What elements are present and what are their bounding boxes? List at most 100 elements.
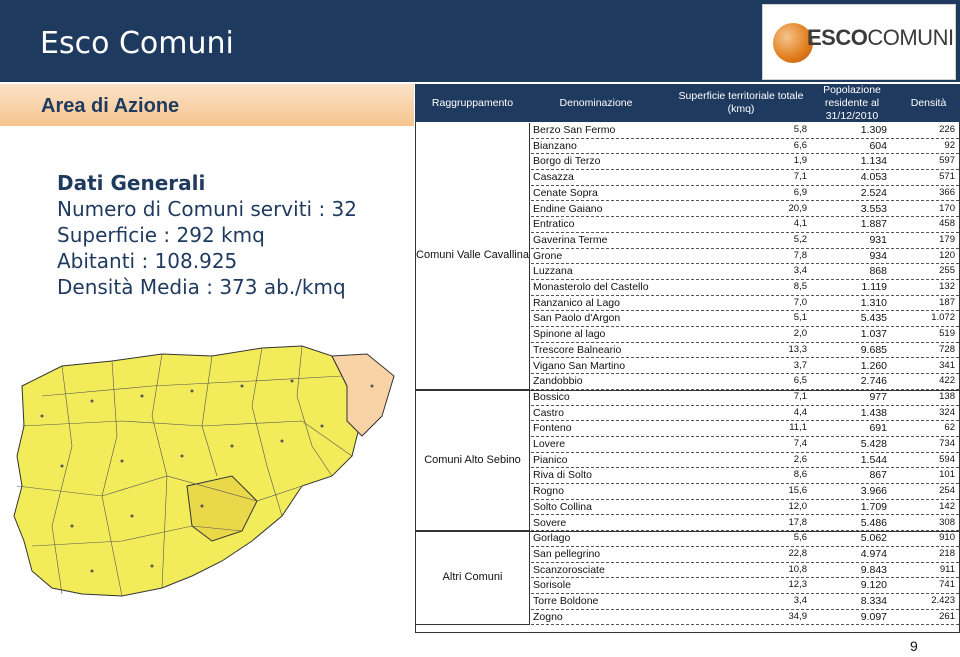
- cell-densita: 255: [939, 265, 955, 277]
- table-row: Ranzanico al Lago 7,0 1.310 187: [531, 296, 959, 312]
- cell-popolazione: 1.709: [860, 500, 887, 513]
- cell-popolazione: 8.334: [860, 595, 887, 607]
- cell-densita: 120: [939, 249, 955, 261]
- cell-popolazione: 3.966: [860, 485, 887, 498]
- cell-popolazione: 5.435: [860, 312, 887, 325]
- cell-popolazione: 868: [869, 265, 887, 278]
- cell-superficie: 3,4: [793, 265, 807, 277]
- cell-densita: 366: [939, 186, 955, 198]
- cell-popolazione: 1.037: [860, 328, 887, 341]
- cell-superficie: 12,3: [788, 579, 808, 591]
- cell-popolazione: 9.120: [860, 579, 887, 592]
- cell-superficie: 6,5: [793, 375, 807, 387]
- cell-denominazione: Rogno: [533, 485, 564, 498]
- table-row: Casazza 7,1 4.053 571: [531, 170, 959, 186]
- cell-denominazione: Gorlago: [533, 532, 571, 545]
- logo-wordmark: ESCOCOMUNI: [807, 25, 954, 50]
- cell-densita: 254: [939, 485, 955, 497]
- cell-popolazione: 9.685: [860, 343, 887, 356]
- cell-popolazione: 2.746: [860, 375, 887, 388]
- area-title: Area di Azione: [41, 95, 180, 117]
- group-divider: [415, 389, 960, 391]
- table-row: Sovere 17,8 5.486 308: [531, 516, 959, 532]
- cell-denominazione: Scanzorosciate: [533, 563, 605, 576]
- cell-densita: 910: [939, 532, 955, 544]
- cell-denominazione: Lovere: [533, 438, 566, 450]
- cell-superficie: 7,8: [793, 249, 807, 261]
- cell-popolazione: 1.438: [860, 406, 887, 419]
- cell-densita: 571: [939, 171, 955, 183]
- cell-popolazione: 691: [869, 422, 887, 435]
- cell-denominazione: Spinone al lago: [533, 328, 606, 341]
- page-title: Esco Comuni: [40, 26, 234, 61]
- cell-denominazione: Berzo San Fermo: [533, 124, 616, 136]
- cell-denominazione: Monasterolo del Castello: [533, 281, 649, 293]
- table-row: Scanzorosciate 10,8 9.843 911: [531, 563, 959, 579]
- cell-superficie: 6,6: [793, 139, 807, 151]
- cell-denominazione: Endine Gaiano: [533, 202, 603, 215]
- table-row: Zandobbio 6,5 2.746 422: [531, 374, 959, 390]
- cell-superficie: 7,1: [793, 171, 807, 183]
- cell-densita: 911: [939, 563, 955, 575]
- table-row: Lovere 7,4 5.428 734: [531, 437, 959, 453]
- table-row: Trescore Balneario 13,3 9.685 728: [531, 343, 959, 359]
- table-row: Pianico 2,6 1.544 594: [531, 453, 959, 469]
- table-row: Sorisole 12,3 9.120 741: [531, 578, 959, 594]
- table-row: Zogno 34,9 9.097 261: [531, 610, 959, 626]
- cell-superficie: 6,9: [793, 186, 807, 198]
- table-row: Spinone al lago 2,0 1.037 519: [531, 327, 959, 343]
- cell-densita: 1.072: [931, 312, 955, 324]
- table-row: Bossico 7,1 977 138: [531, 390, 959, 406]
- cell-densita: 324: [939, 406, 955, 418]
- slide: { "header": { "title": "Esco Comuni" }, …: [0, 0, 960, 657]
- cell-densita: 132: [939, 281, 955, 292]
- cell-popolazione: 1.309: [860, 124, 887, 136]
- cell-densita: 218: [939, 547, 955, 559]
- cell-superficie: 22,8: [788, 547, 808, 559]
- cell-popolazione: 604: [869, 139, 887, 152]
- table-row: Borgo di Terzo 1,9 1.134 597: [531, 154, 959, 171]
- cell-denominazione: San Paolo d'Argon: [533, 312, 621, 325]
- table-row: Riva di Solto 8,6 867 101: [531, 468, 959, 485]
- cell-denominazione: Borgo di Terzo: [533, 155, 601, 168]
- cell-densita: 728: [939, 343, 955, 355]
- cell-densita: 422: [939, 375, 955, 387]
- table-row: Grone 7,8 934 120: [531, 249, 959, 265]
- cell-popolazione: 934: [869, 249, 887, 262]
- table-row: Gaverina Terme 5,2 931 179: [531, 233, 959, 249]
- cell-denominazione: Pianico: [533, 453, 568, 466]
- dati-generali: Dati Generali Numero di Comuni serviti :…: [57, 170, 357, 300]
- cell-denominazione: Gaverina Terme: [533, 233, 608, 246]
- cell-superficie: 2,0: [793, 328, 807, 340]
- cell-superficie: 20,9: [788, 202, 808, 214]
- cell-superficie: 2,6: [793, 453, 807, 465]
- cell-densita: 138: [939, 390, 955, 402]
- cell-superficie: 3,7: [793, 359, 807, 371]
- cell-superficie: 7,4: [793, 438, 807, 449]
- cell-densita: 519: [939, 328, 955, 340]
- header-denominazione: Denominazione: [559, 96, 633, 109]
- cell-popolazione: 9.097: [860, 610, 887, 623]
- cell-denominazione: Trescore Balneario: [533, 343, 622, 356]
- cell-densita: 458: [939, 218, 955, 230]
- dati-line: Superficie : 292 kmq: [57, 223, 265, 247]
- cell-superficie: 7,1: [793, 390, 807, 402]
- cell-popolazione: 1.119: [861, 281, 888, 293]
- cell-denominazione: Entratico: [533, 218, 575, 231]
- dati-line: Abitanti : 108.925: [57, 249, 238, 273]
- header-densita: Densità: [910, 96, 947, 109]
- dati-heading: Dati Generali: [57, 171, 206, 195]
- cell-popolazione: 9.843: [860, 563, 887, 576]
- table-row: Cenate Sopra 6,9 2.524 366: [531, 186, 959, 202]
- cell-superficie: 3,4: [793, 595, 807, 606]
- table-row: Gorlago 5,6 5.062 910: [531, 531, 959, 547]
- group-label: Altri Comuni: [442, 571, 503, 584]
- table-row: Monasterolo del Castello 8,5 1.119 132: [531, 280, 959, 296]
- cell-superficie: 5,6: [793, 532, 807, 544]
- cell-denominazione: Castro: [533, 406, 564, 419]
- table-row: Luzzana 3,4 868 255: [531, 264, 959, 280]
- cell-popolazione: 3.553: [860, 202, 887, 215]
- cell-denominazione: Sovere: [533, 516, 567, 529]
- cell-denominazione: Grone: [533, 249, 563, 262]
- cell-denominazione: Ranzanico al Lago: [533, 296, 620, 309]
